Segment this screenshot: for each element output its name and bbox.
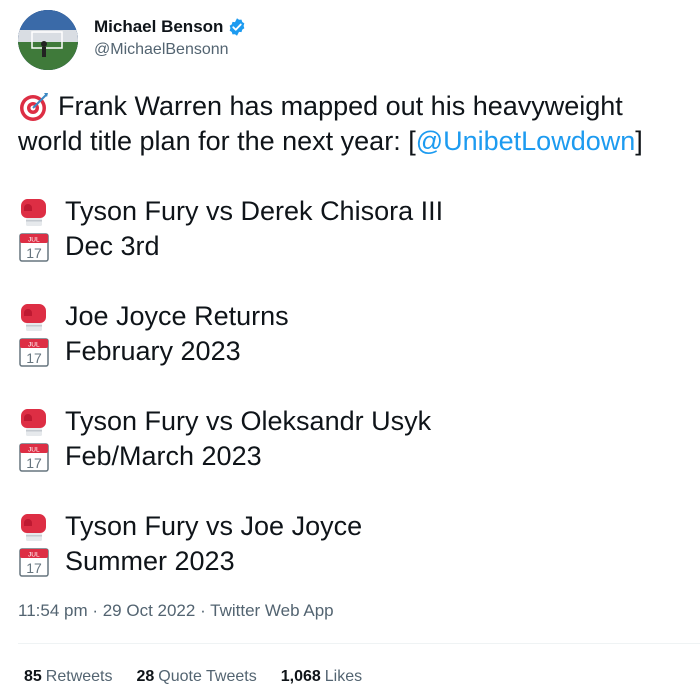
fight-title-line: Tyson Fury vs Joe Joyce: [18, 509, 693, 544]
quote-tweets-stat[interactable]: 28 Quote Tweets: [137, 668, 257, 686]
svg-text:17: 17: [26, 455, 42, 471]
fight-title-line: Tyson Fury vs Derek Chisora III: [18, 194, 693, 229]
fight-item: Joe Joyce Returns JUL 17 February 2023: [18, 299, 693, 369]
tweet-stats: 85 Retweets 28 Quote Tweets 1,068 Likes: [24, 668, 386, 686]
tweet-timestamp[interactable]: 11:54 pm · 29 Oct 2022 · Twitter Web App: [18, 601, 334, 621]
verified-badge-icon: [227, 17, 247, 37]
likes-stat[interactable]: 1,068 Likes: [281, 668, 362, 686]
intro-text-2: world title plan for the next year: [: [18, 126, 416, 156]
intro-text-1: Frank Warren has mapped out his heavywei…: [58, 91, 623, 121]
fight-item: Tyson Fury vs Derek Chisora III JUL 17 Dec …: [18, 194, 693, 264]
fight-title: Tyson Fury vs Joe Joyce: [65, 511, 363, 541]
retweets-stat[interactable]: 85 Retweets: [24, 668, 113, 686]
fight-title-line: Joe Joyce Returns: [18, 299, 693, 334]
avatar[interactable]: [18, 10, 78, 70]
fight-date: Feb/March 2023: [65, 441, 262, 471]
avatar-photo-icon: [18, 10, 78, 70]
author-handle[interactable]: @MichaelBensonn: [94, 41, 247, 59]
tweet-intro-line-2: world title plan for the next year: [@Un…: [18, 124, 693, 159]
fight-title: Tyson Fury vs Oleksandr Usyk: [65, 406, 432, 436]
tweet-header: Michael Benson @MichaelBensonn: [18, 10, 678, 70]
intro-bracket-close: ]: [635, 126, 643, 156]
svg-text:17: 17: [26, 560, 42, 576]
calendar-month: JUL: [28, 446, 40, 453]
author-name[interactable]: Michael Benson: [94, 17, 223, 37]
fight-item: Tyson Fury vs Oleksandr Usyk JUL 17 Feb/Mar…: [18, 404, 693, 474]
fight-date-line: JUL 17 Dec 3rd: [18, 229, 693, 264]
calendar-icon: JUL 17: [18, 231, 50, 263]
fight-date: February 2023: [65, 336, 241, 366]
divider: [18, 643, 700, 644]
svg-text:17: 17: [26, 350, 42, 366]
fight-title: Tyson Fury vs Derek Chisora III: [65, 196, 444, 226]
mention-link[interactable]: @UnibetLowdown: [416, 124, 636, 159]
calendar-icon: JUL 17: [18, 546, 50, 578]
calendar-month: JUL: [28, 551, 40, 558]
boxing-glove-icon: [18, 301, 50, 333]
fight-title-line: Tyson Fury vs Oleksandr Usyk: [18, 404, 693, 439]
fight-date-line: JUL 17 Summer 2023: [18, 544, 693, 579]
fight-date: Dec 3rd: [65, 231, 160, 261]
tweet-intro-line-1: Frank Warren has mapped out his heavywei…: [18, 89, 693, 124]
fight-date-line: JUL 17 February 2023: [18, 334, 693, 369]
boxing-glove-icon: [18, 406, 50, 438]
svg-text:17: 17: [26, 245, 42, 261]
calendar-icon: JUL 17: [18, 441, 50, 473]
fight-item: Tyson Fury vs Joe Joyce JUL 17 Summer 2023: [18, 509, 693, 579]
calendar-month: JUL: [28, 236, 40, 243]
direct-hit-target-icon: [18, 91, 50, 123]
tweet-text: Frank Warren has mapped out his heavywei…: [18, 89, 693, 579]
fight-date: Summer 2023: [65, 546, 235, 576]
calendar-month: JUL: [28, 341, 40, 348]
boxing-glove-icon: [18, 196, 50, 228]
fight-list: Tyson Fury vs Derek Chisora III JUL 17 Dec …: [18, 194, 693, 579]
fight-date-line: JUL 17 Feb/March 2023: [18, 439, 693, 474]
fight-title: Joe Joyce Returns: [65, 301, 289, 331]
calendar-icon: JUL 17: [18, 336, 50, 368]
boxing-glove-icon: [18, 511, 50, 543]
